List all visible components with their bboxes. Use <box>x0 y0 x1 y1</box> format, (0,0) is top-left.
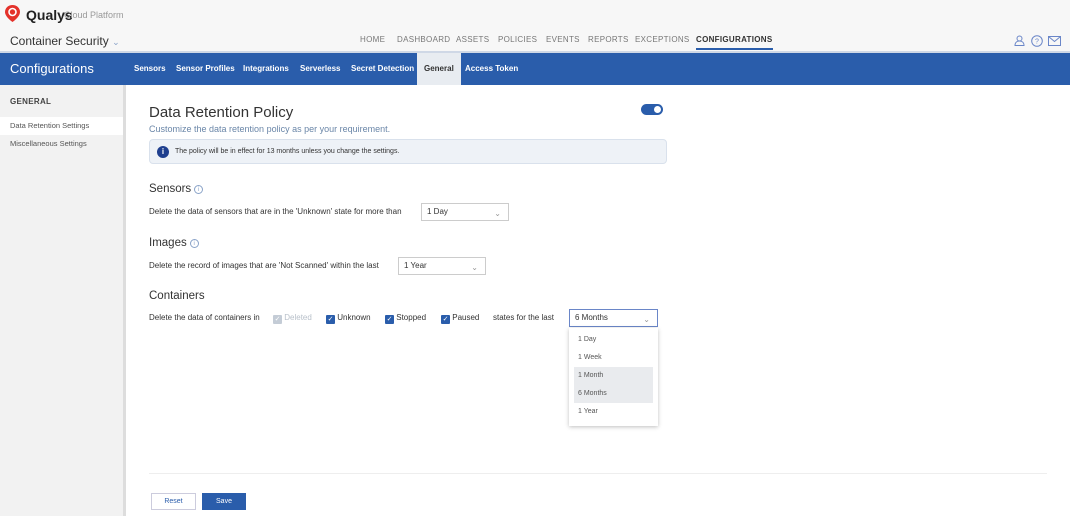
sensors-heading: Sensors i <box>149 183 204 195</box>
sensors-label: Delete the data of sensors that are in t… <box>149 207 402 216</box>
images-heading: Images i <box>149 237 199 249</box>
tab-general[interactable]: General <box>417 53 461 85</box>
help-icon[interactable]: ? <box>1031 35 1043 47</box>
svg-text:?: ? <box>1035 39 1039 46</box>
info-circle-icon[interactable]: i <box>189 239 199 248</box>
policy-toggle[interactable] <box>641 104 663 115</box>
top-header: Qualys Cloud Platform Container Security… <box>0 0 1070 53</box>
containers-label: Delete the data of containers in <box>149 313 260 322</box>
nav-home[interactable]: HOME <box>360 35 385 44</box>
option-1-year[interactable]: 1 Year <box>574 403 653 421</box>
tab-sensor-profiles[interactable]: Sensor Profiles <box>176 53 235 85</box>
nav-policies[interactable]: POLICIES <box>498 35 537 44</box>
qualys-logo-icon <box>5 5 20 22</box>
select-value: 6 Months <box>575 313 608 322</box>
checkbox-paused[interactable]: ✓ Paused <box>441 313 479 324</box>
nav-events[interactable]: EVENTS <box>546 35 580 44</box>
reset-button[interactable]: Reset <box>151 493 196 510</box>
check-icon: ✓ <box>385 315 394 324</box>
info-circle-icon[interactable]: i <box>194 185 204 194</box>
containers-heading: Containers <box>149 290 205 302</box>
config-tabbar: Configurations Sensors Sensor Profiles I… <box>0 53 1070 85</box>
chevron-down-icon: ⌄ <box>494 209 501 218</box>
images-label: Delete the record of images that are 'No… <box>149 261 379 270</box>
checkbox-deleted: ✓ Deleted <box>273 313 312 324</box>
save-button[interactable]: Save <box>202 493 246 510</box>
option-1-day[interactable]: 1 Day <box>574 331 653 349</box>
option-1-week[interactable]: 1 Week <box>574 349 653 367</box>
checkbox-unknown[interactable]: ✓ Unknown <box>326 313 371 324</box>
images-heading-text: Images <box>149 237 187 249</box>
check-icon: ✓ <box>326 315 335 324</box>
select-value: 1 Year <box>404 261 427 270</box>
checkbox-label: Unknown <box>337 313 371 322</box>
logo-subtitle: Cloud Platform <box>64 10 124 20</box>
sensors-heading-text: Sensors <box>149 183 192 195</box>
containers-retention-select[interactable]: 6 Months ⌄ <box>569 309 658 327</box>
containers-suffix: states for the last <box>493 313 554 322</box>
chevron-up-icon: ⌄ <box>643 315 650 324</box>
page-title: Data Retention Policy <box>149 104 294 121</box>
nav-configurations[interactable]: CONFIGURATIONS <box>696 35 773 50</box>
sensors-retention-select[interactable]: 1 Day ⌄ <box>421 203 509 221</box>
nav-assets[interactable]: ASSETS <box>456 35 489 44</box>
check-icon: ✓ <box>273 315 282 324</box>
chevron-down-icon: ⌄ <box>471 263 478 272</box>
checkbox-label: Deleted <box>284 313 312 322</box>
sidebar-heading: GENERAL <box>10 97 52 106</box>
section-title: Configurations <box>10 61 94 76</box>
info-banner: i The policy will be in effect for 13 mo… <box>149 139 667 164</box>
option-6-months[interactable]: 6 Months <box>574 385 653 403</box>
info-icon: i <box>157 146 169 158</box>
check-icon: ✓ <box>441 315 450 324</box>
checkbox-label: Stopped <box>396 313 427 322</box>
option-1-month[interactable]: 1 Month <box>574 367 653 385</box>
tab-access-token[interactable]: Access Token <box>465 53 518 85</box>
retention-dropdown-menu: 1 Day 1 Week 1 Month 6 Months 1 Year <box>569 328 658 426</box>
product-switcher[interactable]: Container Security ⌄ <box>10 34 120 48</box>
page-subtitle: Customize the data retention policy as p… <box>149 124 391 134</box>
checkbox-stopped[interactable]: ✓ Stopped <box>385 313 426 324</box>
chevron-down-icon: ⌄ <box>112 37 120 47</box>
nav-reports[interactable]: REPORTS <box>588 35 629 44</box>
divider <box>149 473 1047 474</box>
sidebar-item-miscellaneous[interactable]: Miscellaneous Settings <box>0 135 123 153</box>
tab-integrations[interactable]: Integrations <box>243 53 289 85</box>
select-value: 1 Day <box>427 207 448 216</box>
tab-sensors[interactable]: Sensors <box>134 53 166 85</box>
sidebar-item-data-retention[interactable]: Data Retention Settings <box>0 117 123 135</box>
tab-secret-detection[interactable]: Secret Detection <box>351 53 414 85</box>
sidebar: GENERAL Data Retention Settings Miscella… <box>0 85 126 516</box>
info-text: The policy will be in effect for 13 mont… <box>175 148 400 155</box>
user-icon[interactable] <box>1014 35 1025 46</box>
product-name: Container Security <box>10 34 109 48</box>
tab-serverless[interactable]: Serverless <box>300 53 340 85</box>
nav-dashboard[interactable]: DASHBOARD <box>397 35 450 44</box>
checkbox-label: Paused <box>452 313 480 322</box>
mail-icon[interactable] <box>1048 36 1061 46</box>
images-retention-select[interactable]: 1 Year ⌄ <box>398 257 486 275</box>
nav-exceptions[interactable]: EXCEPTIONS <box>635 35 690 44</box>
